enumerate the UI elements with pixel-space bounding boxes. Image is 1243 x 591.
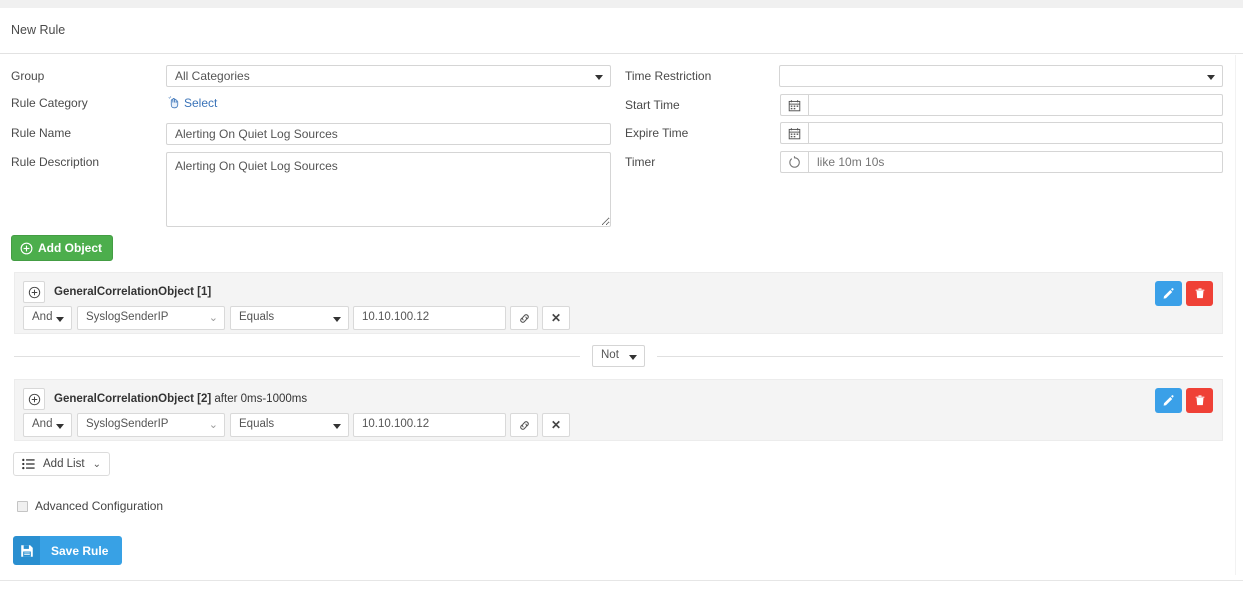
chevron-down-icon <box>1207 75 1215 80</box>
joiner-line-right <box>657 356 1223 357</box>
condition-logic-value-2: And <box>32 418 53 430</box>
rule-category-link-text: Select <box>184 96 218 110</box>
condition-field-select-2[interactable]: SyslogSenderIP ⌄ <box>77 413 225 437</box>
window-top-strip <box>0 0 1243 8</box>
time-restriction-label: Time Restriction <box>625 69 712 83</box>
chevron-down-icon <box>333 317 341 322</box>
expand-object-1-button[interactable] <box>23 281 45 303</box>
object-joiner: Not <box>14 345 1223 367</box>
panel-1-actions <box>1155 281 1213 306</box>
advanced-configuration-row: Advanced Configuration <box>17 499 163 513</box>
chevron-down-icon <box>56 424 64 429</box>
condition-value-input-1[interactable]: 10.10.100.12 <box>353 306 506 330</box>
condition-value-text-1: 10.10.100.12 <box>362 311 430 323</box>
condition-operator-select-2[interactable]: Equals <box>230 413 349 437</box>
panel-1-title-text: GeneralCorrelationObject [1] <box>54 286 212 298</box>
chevron-down-icon <box>595 75 603 80</box>
add-object-label: Add Object <box>38 241 103 255</box>
condition-logic-select-2[interactable]: And <box>23 413 72 437</box>
expand-object-2-button[interactable] <box>23 388 45 410</box>
timer-label: Timer <box>625 155 656 169</box>
plus-circle-icon <box>20 242 33 255</box>
rule-name-label: Rule Name <box>11 126 72 140</box>
rule-description-textarea[interactable] <box>166 152 611 227</box>
content-right-edge <box>1235 55 1236 575</box>
panel-2-header: GeneralCorrelationObject [2] after 0ms-1… <box>23 388 307 410</box>
panel-2-title-suffix: after 0ms-1000ms <box>211 393 308 405</box>
advanced-configuration-checkbox[interactable] <box>17 500 28 512</box>
calendar-icon[interactable] <box>780 94 808 116</box>
floppy-disk-icon <box>13 536 40 565</box>
timer-input[interactable] <box>808 151 1223 173</box>
timer-icon[interactable] <box>780 151 808 173</box>
condition-field-value-2: SyslogSenderIP <box>86 418 169 430</box>
correlation-object-panel-2: GeneralCorrelationObject [2] after 0ms-1… <box>14 379 1223 441</box>
calendar-icon[interactable] <box>780 122 808 144</box>
condition-field-value-1: SyslogSenderIP <box>86 311 169 323</box>
add-list-button[interactable]: Add List ⌄ <box>13 452 110 476</box>
footer-divider <box>0 580 1243 581</box>
rule-description-label: Rule Description <box>11 155 100 169</box>
rule-category-label: Rule Category <box>11 96 88 110</box>
remove-condition-1-button[interactable]: ✕ <box>542 306 570 330</box>
expire-time-label: Expire Time <box>625 126 689 140</box>
hand-pointer-icon <box>168 96 181 109</box>
rule-category-select-link[interactable]: Select <box>168 96 217 110</box>
condition-value-text-2: 10.10.100.12 <box>362 418 430 430</box>
start-time-group <box>780 94 1223 116</box>
delete-object-2-button[interactable] <box>1186 388 1213 413</box>
chevron-down-icon <box>56 317 64 322</box>
joiner-select[interactable]: Not <box>592 345 645 367</box>
chevron-down-icon: ⌄ <box>92 458 101 470</box>
chevron-down-icon: ⌄ <box>208 312 218 324</box>
condition-operator-select-1[interactable]: Equals <box>230 306 349 330</box>
timer-group <box>780 151 1223 173</box>
panel-1-title: GeneralCorrelationObject [1] <box>54 286 211 298</box>
expire-time-input[interactable] <box>808 122 1223 144</box>
panel-1-header: GeneralCorrelationObject [1] <box>23 281 211 303</box>
page-title: New Rule <box>11 23 66 37</box>
save-rule-label: Save Rule <box>40 536 123 565</box>
edit-object-1-button[interactable] <box>1155 281 1182 306</box>
add-list-label: Add List <box>43 458 85 470</box>
list-icon <box>22 458 35 470</box>
advanced-configuration-label: Advanced Configuration <box>35 499 164 513</box>
group-select[interactable]: All Categories <box>166 65 611 87</box>
delete-object-1-button[interactable] <box>1186 281 1213 306</box>
correlation-object-panel-1: GeneralCorrelationObject [1] And SyslogS… <box>14 272 1223 334</box>
condition-logic-value-1: And <box>32 311 53 323</box>
panel-2-actions <box>1155 388 1213 413</box>
add-object-button[interactable]: Add Object <box>11 235 114 261</box>
panel-2-title: GeneralCorrelationObject [2] after 0ms-1… <box>54 393 307 405</box>
save-rule-button[interactable]: Save Rule <box>13 536 123 565</box>
start-time-label: Start Time <box>625 98 680 112</box>
remove-condition-2-button[interactable]: ✕ <box>542 413 570 437</box>
chevron-down-icon: ⌄ <box>208 419 218 431</box>
rule-name-input[interactable] <box>166 123 611 145</box>
group-select-value: All Categories <box>175 69 250 83</box>
condition-operator-value-2: Equals <box>239 418 275 430</box>
condition-field-select-1[interactable]: SyslogSenderIP ⌄ <box>77 306 225 330</box>
joiner-value: Not <box>601 349 619 361</box>
group-label: Group <box>11 69 45 83</box>
chain-link-icon[interactable] <box>510 306 538 330</box>
expire-time-group <box>780 122 1223 144</box>
condition-logic-select-1[interactable]: And <box>23 306 72 330</box>
condition-value-input-2[interactable]: 10.10.100.12 <box>353 413 506 437</box>
chevron-down-icon <box>629 355 637 360</box>
start-time-input[interactable] <box>808 94 1223 116</box>
panel-2-title-text: GeneralCorrelationObject [2] <box>54 393 212 405</box>
condition-operator-value-1: Equals <box>239 311 275 323</box>
close-icon: ✕ <box>550 418 562 432</box>
chevron-down-icon <box>333 424 341 429</box>
page-header: New Rule <box>0 8 1243 54</box>
chain-link-icon[interactable] <box>510 413 538 437</box>
close-icon: ✕ <box>550 311 562 325</box>
joiner-line-left <box>14 356 580 357</box>
edit-object-2-button[interactable] <box>1155 388 1182 413</box>
time-restriction-select[interactable] <box>779 65 1223 87</box>
